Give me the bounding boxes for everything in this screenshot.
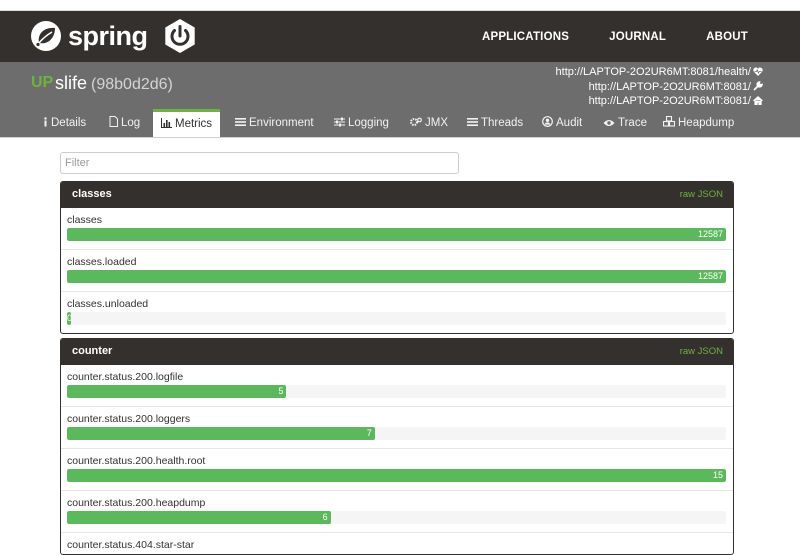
health-url[interactable]: http://LAPTOP-2O2UR6MT:8081/health/ [556, 65, 763, 80]
metric-value: 12587 [697, 271, 723, 281]
panel-title: counter [72, 345, 113, 357]
app-urls: http://LAPTOP-2O2UR6MT:8081/health/ http… [556, 65, 763, 109]
metric-value: 5 [278, 386, 284, 396]
metric-name: counter.status.200.heapdump [67, 497, 206, 509]
app-id: (98b0d2d6) [91, 76, 173, 93]
raw-json-link[interactable]: raw JSON [680, 346, 723, 357]
metric-name: counter.status.200.logfile [67, 371, 184, 383]
home-icon [753, 95, 763, 106]
heartbeat-icon [753, 67, 763, 76]
metric-row: classes.unloaded 0 [61, 292, 733, 333]
navbar: spring APPLICATIONS JOURNAL ABOUT [0, 11, 800, 62]
metric-value: 15 [712, 470, 723, 480]
metric-bar-track: 5 [67, 385, 726, 398]
panel-header: counter raw JSON [61, 339, 733, 365]
threads-list-icon [467, 118, 478, 126]
brand-name: spring [68, 20, 148, 51]
spring-leaf-icon [31, 21, 61, 51]
tab-metrics[interactable]: Metrics [153, 109, 221, 137]
nav-journal[interactable]: JOURNAL [609, 31, 666, 43]
bar-chart-icon [161, 118, 172, 128]
metric-row: classes 12587 [61, 208, 733, 250]
metric-bar: 6 [67, 511, 331, 524]
main-nav: APPLICATIONS JOURNAL ABOUT [442, 11, 748, 62]
info-icon [44, 117, 47, 127]
nav-applications[interactable]: APPLICATIONS [482, 31, 569, 43]
tab-jmx[interactable]: JMX [410, 110, 448, 137]
metrics-panel-classes: classes raw JSON classes 12587 classes.l… [60, 181, 734, 334]
metric-row: counter.status.200.health.root 15 [61, 449, 733, 491]
metric-value: 7 [366, 428, 372, 438]
metric-bar-track: 6 [67, 511, 726, 524]
list-icon [235, 118, 246, 126]
nav-about[interactable]: ABOUT [706, 31, 748, 43]
cubes-icon [662, 115, 676, 127]
service-url[interactable]: http://LAPTOP-2O2UR6MT:8081/ [556, 94, 763, 109]
tab-heapdump[interactable]: Heapdump [662, 110, 734, 137]
metric-value: 12587 [697, 229, 723, 239]
browser-top-strip [0, 0, 800, 11]
metric-row: counter.status.200.loggers 7 [61, 407, 733, 449]
metric-row: counter.status.404.star-star [61, 533, 733, 554]
metric-name: counter.status.200.loggers [67, 413, 191, 425]
tab-logging[interactable]: Logging [334, 110, 389, 137]
tab-details[interactable]: Details [43, 110, 86, 137]
tab-audit[interactable]: Audit [542, 110, 582, 137]
metric-bar: 5 [67, 385, 287, 398]
metric-bar-track: 12587 [67, 270, 726, 283]
metric-name: classes.unloaded [67, 298, 149, 310]
metric-bar: 12587 [67, 270, 726, 283]
boot-power-icon [165, 19, 195, 53]
panel-title: classes [72, 188, 112, 200]
eye-icon [603, 120, 615, 126]
tab-bar: Details Log Metrics Environment Logging … [0, 109, 800, 138]
filter-input[interactable] [60, 152, 459, 174]
metric-row: counter.status.200.heapdump 6 [61, 491, 733, 533]
metric-bar: 0 [67, 312, 73, 325]
file-icon [109, 116, 118, 127]
metric-bar: 7 [67, 427, 375, 440]
app-name: slife [55, 73, 88, 93]
metric-value: 6 [322, 512, 328, 522]
raw-json-link[interactable]: raw JSON [680, 189, 723, 200]
metric-bar: 12587 [67, 228, 726, 241]
sliders-icon [334, 117, 345, 127]
metric-name: counter.status.200.health.root [67, 455, 206, 467]
tab-log[interactable]: Log [109, 110, 140, 137]
metric-bar-track: 0 [67, 312, 726, 325]
metric-row: classes.loaded 12587 [61, 250, 733, 292]
status-badge: UP [31, 74, 54, 91]
metric-name: classes.loaded [67, 256, 137, 268]
metric-bar-track: 15 [67, 469, 726, 482]
wrench-icon [753, 80, 763, 91]
spring-logo[interactable]: spring [30, 20, 148, 52]
metric-bar: 15 [67, 469, 726, 482]
tab-trace[interactable]: Trace [603, 110, 647, 137]
tab-environment[interactable]: Environment [235, 110, 314, 137]
metrics-panel-counter: counter raw JSON counter.status.200.logf… [60, 338, 734, 555]
management-url[interactable]: http://LAPTOP-2O2UR6MT:8081/ [556, 80, 763, 95]
panel-header: classes raw JSON [61, 182, 733, 208]
metric-bar-track: 7 [67, 427, 726, 440]
tab-threads[interactable]: Threads [467, 110, 523, 137]
app-title: slife (98b0d2d6) [55, 73, 173, 94]
metric-row: counter.status.200.logfile 5 [61, 365, 733, 407]
metric-value: 0 [67, 313, 73, 323]
cogs-icon [410, 117, 422, 126]
metric-name: classes [67, 214, 103, 226]
user-circle-icon [542, 116, 553, 127]
metric-bar-track: 12587 [67, 228, 726, 241]
